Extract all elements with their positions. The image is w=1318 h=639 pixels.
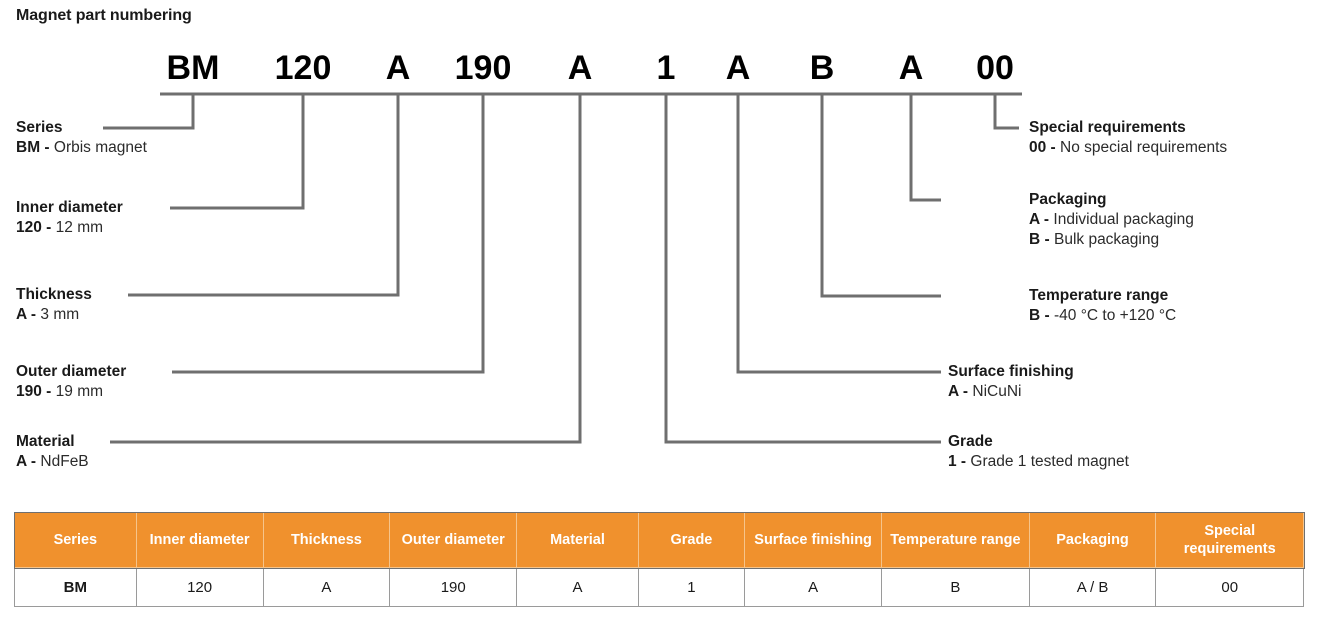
descriptor-material-text: NdFeB (40, 453, 89, 470)
descriptor-grade: Grade 1 - Grade 1 tested magnet (948, 432, 1129, 472)
descriptor-series-code: BM - (16, 139, 50, 156)
leader-inner-diameter (170, 94, 305, 210)
descriptor-packaging-text-1: Bulk packaging (1053, 231, 1160, 248)
descriptor-series-value: BM - Orbis magnet (16, 138, 147, 158)
descriptor-material: Material A - NdFeB (16, 432, 89, 472)
leader-grade (664, 94, 941, 444)
table-header-grade: Grade (637, 512, 746, 568)
leader-thickness (128, 94, 400, 297)
descriptor-temperature-range: Temperature range B - -40 °C to +120 °C (1029, 286, 1176, 326)
descriptor-packaging-value-0: A - Individual packaging (1029, 210, 1194, 230)
descriptor-packaging-value-1: B - Bulk packaging (1029, 230, 1194, 250)
table-header-surface-finishing: Surface finishing (744, 512, 883, 568)
descriptor-material-code: A - (16, 453, 37, 470)
table-cell-temperature-range: B (881, 567, 1030, 607)
descriptor-special-requirements-code-0: 00 - (1029, 139, 1056, 156)
table-header-temperature-range: Temperature range (881, 512, 1030, 568)
table-cell-surface-finishing: A (744, 567, 883, 607)
table-row: BM 120 A 190 A 1 A B A / B 00 (14, 567, 1304, 607)
table-header-series: Series (14, 512, 137, 568)
descriptor-thickness-value: A - 3 mm (16, 305, 92, 325)
descriptor-special-requirements: Special requirements 00 - No special req… (1029, 118, 1227, 158)
descriptor-grade-text-0: Grade 1 tested magnet (970, 453, 1129, 470)
table-header-row: Series Inner diameter Thickness Outer di… (13, 511, 1305, 569)
table-header-thickness: Thickness (262, 512, 391, 568)
descriptor-surface-finishing-value-0: A - NiCuNi (948, 382, 1074, 402)
descriptor-surface-finishing-code-0: A - (948, 383, 969, 400)
descriptor-packaging-code-1: B - (1029, 231, 1050, 248)
table-cell-packaging: A / B (1028, 567, 1157, 607)
descriptor-surface-finishing: Surface finishing A - NiCuNi (948, 362, 1074, 402)
descriptor-inner-diameter-value: 120 - 12 mm (16, 218, 123, 238)
table-cell-outer-diameter: 190 (389, 567, 518, 607)
table-header-outer-diameter: Outer diameter (389, 512, 518, 568)
table-header-material: Material (516, 512, 639, 568)
descriptor-special-requirements-text-0: No special requirements (1060, 139, 1228, 156)
descriptor-outer-diameter: Outer diameter 190 - 19 mm (16, 362, 126, 402)
descriptor-thickness-title: Thickness (16, 286, 92, 303)
leader-material (110, 94, 582, 444)
table-cell-material: A (516, 567, 639, 607)
descriptor-inner-diameter-title: Inner diameter (16, 199, 123, 216)
descriptor-series-title: Series (16, 119, 63, 136)
descriptor-special-requirements-title: Special requirements (1029, 119, 1186, 136)
descriptor-packaging-title: Packaging (1029, 191, 1107, 208)
table-header-inner-diameter: Inner diameter (135, 512, 264, 568)
descriptor-temperature-range-code-0: B - (1029, 307, 1050, 324)
leader-line-diagram (103, 92, 1022, 444)
descriptor-inner-diameter: Inner diameter 120 - 12 mm (16, 198, 123, 238)
descriptor-grade-code-0: 1 - (948, 453, 967, 470)
descriptor-inner-diameter-text: 12 mm (55, 219, 104, 236)
descriptor-material-value: A - NdFeB (16, 452, 89, 472)
descriptor-material-title: Material (16, 433, 75, 450)
descriptor-thickness-code: A - (16, 306, 37, 323)
descriptor-series-text: Orbis magnet (53, 139, 147, 156)
descriptor-surface-finishing-text-0: NiCuNi (972, 383, 1022, 400)
table-header-special-requirements: Special requirements (1155, 512, 1304, 568)
descriptor-packaging: Packaging A - Individual packaging B - B… (1029, 190, 1194, 250)
table-cell-inner-diameter: 120 (135, 567, 264, 607)
descriptor-surface-finishing-title: Surface finishing (948, 363, 1074, 380)
descriptor-special-requirements-value-0: 00 - No special requirements (1029, 138, 1227, 158)
descriptor-packaging-code-0: A - (1029, 211, 1050, 228)
leader-outer-diameter (172, 94, 485, 374)
descriptor-temperature-range-text-0: -40 °C to +120 °C (1053, 307, 1177, 324)
descriptor-series: Series BM - Orbis magnet (16, 118, 147, 158)
leader-special-requirements (993, 94, 1019, 130)
leader-temperature-range (820, 94, 941, 298)
descriptor-outer-diameter-code: 190 - (16, 383, 52, 400)
descriptor-temperature-range-value-0: B - -40 °C to +120 °C (1029, 306, 1176, 326)
table-cell-grade: 1 (637, 567, 746, 607)
descriptor-grade-title: Grade (948, 433, 993, 450)
descriptor-temperature-range-title: Temperature range (1029, 287, 1169, 304)
table-header-packaging: Packaging (1028, 512, 1157, 568)
descriptor-inner-diameter-code: 120 - (16, 219, 52, 236)
table-cell-special-requirements: 00 (1155, 567, 1304, 607)
descriptor-thickness: Thickness A - 3 mm (16, 285, 92, 325)
table-cell-thickness: A (262, 567, 391, 607)
descriptor-grade-value-0: 1 - Grade 1 tested magnet (948, 452, 1129, 472)
table-cell-series: BM (14, 567, 137, 607)
descriptor-packaging-text-0: Individual packaging (1053, 211, 1194, 228)
descriptor-outer-diameter-title: Outer diameter (16, 363, 127, 380)
summary-table: Series Inner diameter Thickness Outer di… (13, 511, 1305, 607)
descriptor-outer-diameter-value: 190 - 19 mm (16, 382, 126, 402)
leader-packaging (909, 94, 941, 202)
descriptor-outer-diameter-text: 19 mm (55, 383, 104, 400)
descriptor-thickness-text: 3 mm (40, 306, 80, 323)
